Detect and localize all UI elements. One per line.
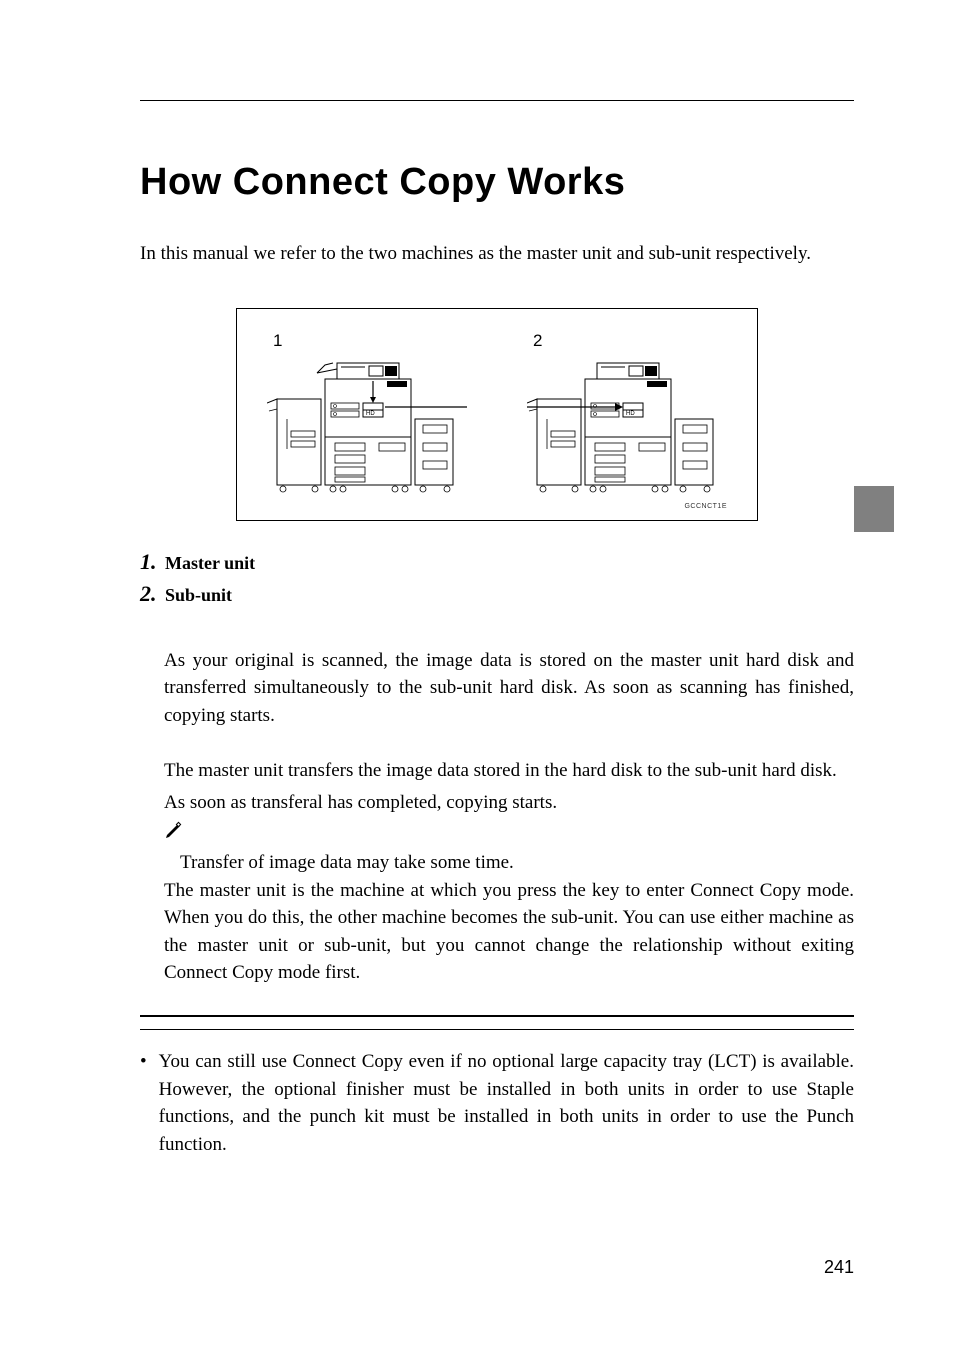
legend-label-2: Sub-unit bbox=[165, 585, 232, 605]
figure-caption: GCCNCT1E bbox=[267, 503, 727, 510]
top-rule bbox=[140, 100, 854, 101]
memory-after-a: The master unit is the machine at which … bbox=[164, 880, 592, 901]
figure-label-1: 1 bbox=[273, 331, 282, 351]
svg-text:HD: HD bbox=[366, 411, 375, 417]
note-pencil-icon bbox=[164, 820, 184, 845]
section-tab bbox=[854, 486, 894, 532]
memory-paragraph-2: As soon as transferal has completed, cop… bbox=[164, 789, 854, 817]
figure-unit-2: 2 bbox=[527, 331, 727, 499]
copier-illustration-1: HD bbox=[267, 359, 467, 499]
figure-container: 1 bbox=[140, 308, 854, 521]
legend-item-1: 1. Master unit bbox=[140, 549, 854, 575]
memory-after-paragraph: The master unit is the machine at which … bbox=[164, 877, 854, 987]
bullet-text: You can still use Connect Copy even if n… bbox=[159, 1048, 854, 1158]
scan-paragraph: As your original is scanned, the image d… bbox=[164, 647, 854, 730]
bullet-marker: • bbox=[140, 1048, 147, 1158]
figure-unit-1: 1 bbox=[267, 331, 467, 499]
svg-text:HD: HD bbox=[626, 411, 635, 417]
page-title: How Connect Copy Works bbox=[140, 161, 854, 204]
figure-label-2: 2 bbox=[533, 331, 542, 351]
figure-legend: 1. Master unit 2. Sub-unit bbox=[140, 549, 854, 607]
bullet-paragraph: • You can still use Connect Copy even if… bbox=[140, 1048, 854, 1158]
memory-note: Transfer of image data may take some tim… bbox=[180, 849, 854, 877]
scan-section: As your original is scanned, the image d… bbox=[164, 647, 854, 730]
figure-box: 1 bbox=[236, 308, 758, 521]
page-number: 241 bbox=[824, 1257, 854, 1278]
legend-num-2: 2. bbox=[140, 581, 157, 606]
intro-paragraph: In this manual we refer to the two machi… bbox=[140, 240, 854, 268]
legend-item-2: 2. Sub-unit bbox=[140, 581, 854, 607]
rule-thin bbox=[140, 1029, 854, 1030]
memory-paragraph-1: The master unit transfers the image data… bbox=[164, 757, 854, 785]
legend-num-1: 1. bbox=[140, 549, 157, 574]
rule-strong bbox=[140, 1015, 854, 1017]
copier-illustration-2: HD bbox=[527, 359, 727, 499]
memory-section: The master unit transfers the image data… bbox=[164, 757, 854, 987]
legend-label-1: Master unit bbox=[165, 553, 255, 573]
